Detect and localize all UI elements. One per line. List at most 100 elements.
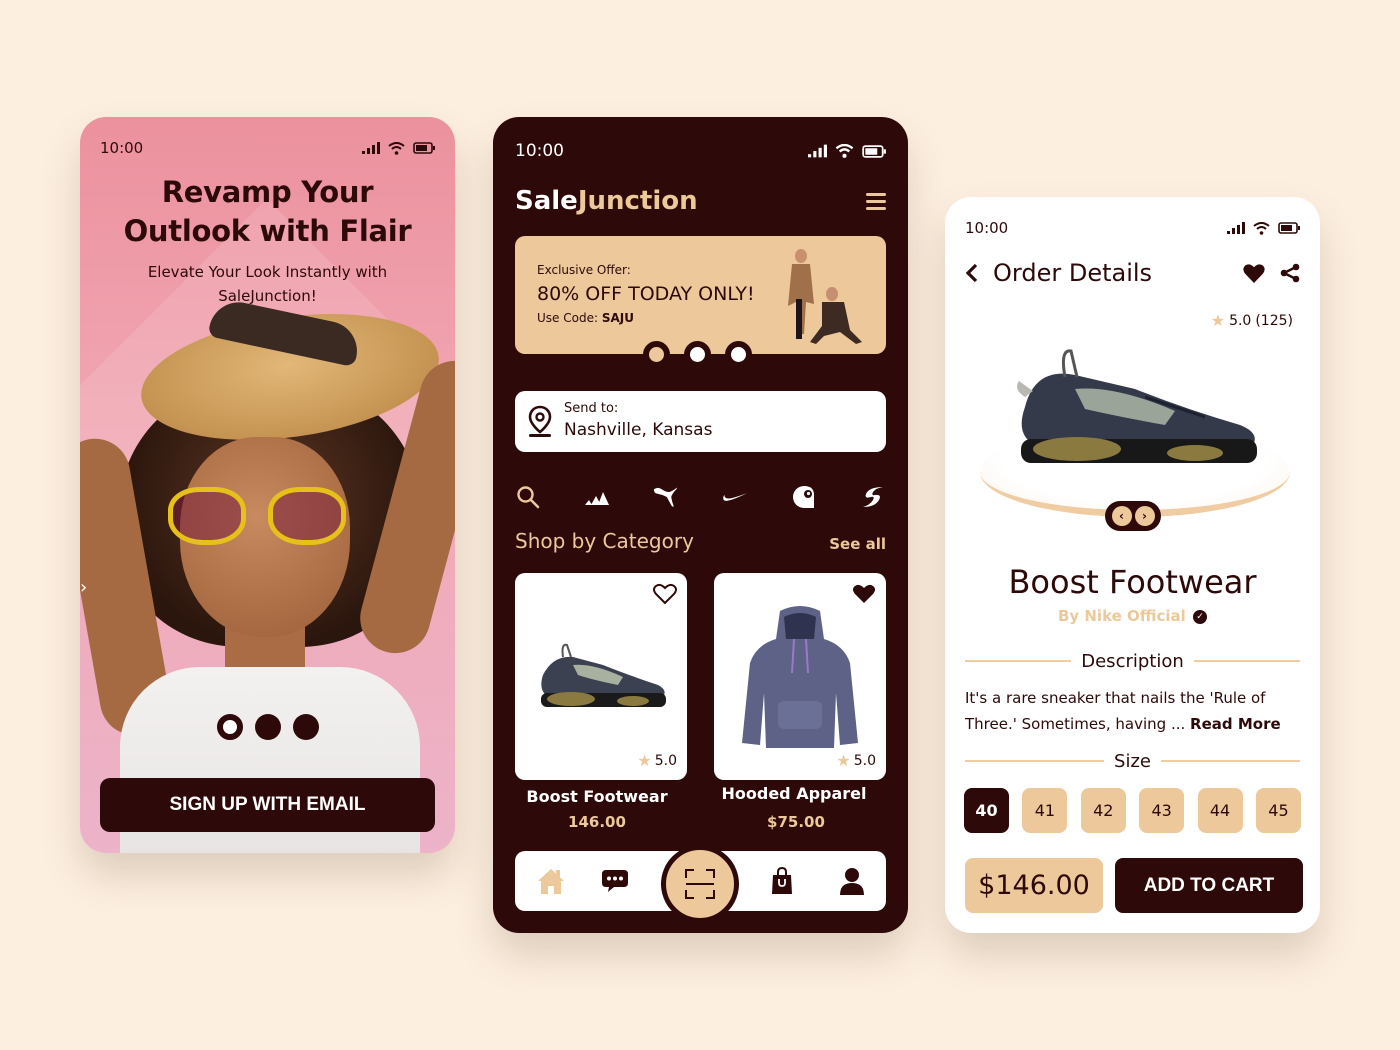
page-dot-3[interactable] xyxy=(292,714,319,740)
product-price: $75.00 xyxy=(767,813,825,831)
onboarding-pagination xyxy=(80,714,455,740)
signup-email-button[interactable]: SIGN UP WITH EMAIL xyxy=(100,778,435,832)
status-bar: 10:00 xyxy=(515,141,886,161)
product-card[interactable]: ★ 5.0 xyxy=(714,573,886,780)
shop-by-category-heading: Shop by Category xyxy=(515,529,694,553)
add-to-cart-button[interactable]: ADD TO CART xyxy=(1115,858,1303,913)
product-rating: ★ 5.0 xyxy=(637,751,677,770)
page-title: Order Details xyxy=(993,259,1153,287)
product-description: It's a rare sneaker that nails the 'Rule… xyxy=(965,689,1281,733)
brand-s-logo-icon[interactable] xyxy=(860,484,886,510)
share-icon[interactable] xyxy=(1280,263,1300,283)
product-price: 146.00 xyxy=(568,813,626,831)
home-icon[interactable] xyxy=(536,866,566,896)
profile-icon[interactable] xyxy=(837,866,867,896)
wifi-icon xyxy=(1253,221,1270,235)
battery-icon xyxy=(413,142,435,154)
status-time: 10:00 xyxy=(965,219,1009,237)
promo-dot-3[interactable] xyxy=(725,341,752,368)
scan-button[interactable] xyxy=(661,845,739,923)
promo-pagination xyxy=(643,341,752,368)
back-chevron-icon[interactable] xyxy=(965,263,979,283)
wifi-icon xyxy=(388,141,405,155)
battery-icon xyxy=(862,144,886,158)
product-rating: ★ 5.0 (125) xyxy=(1210,311,1293,330)
promo-headline: 80% OFF TODAY ONLY! xyxy=(537,283,755,305)
page-dot-1[interactable] xyxy=(216,714,243,740)
image-carousel-control: ‹ › xyxy=(1105,501,1161,531)
scan-icon xyxy=(685,869,715,899)
previous-image-button[interactable]: ‹ xyxy=(1111,506,1132,526)
side-arrow[interactable]: › xyxy=(80,577,87,598)
promo-code: Use Code: SAJU xyxy=(537,311,634,325)
send-to-label: Send to: xyxy=(564,401,619,416)
size-option[interactable]: 40 xyxy=(964,788,1009,833)
order-details-screen: 10:00 Order Details ★ 5.0 (125) ‹ › Boos xyxy=(945,197,1320,933)
product-name[interactable]: Hooded Apparel xyxy=(708,784,880,803)
chat-icon[interactable] xyxy=(600,866,630,896)
battery-icon xyxy=(1278,222,1300,234)
send-to-value: Nashville, Kansas xyxy=(564,420,713,440)
location-pin-icon xyxy=(528,405,552,437)
star-icon: ★ xyxy=(637,751,652,770)
hoodie-image xyxy=(742,606,858,748)
wifi-icon xyxy=(835,144,854,158)
description-divider: Description xyxy=(965,650,1301,672)
read-more-link[interactable]: Read More xyxy=(1190,715,1281,733)
nike-logo-icon[interactable] xyxy=(722,484,748,510)
status-bar: 10:00 xyxy=(100,139,435,157)
size-option[interactable]: 45 xyxy=(1255,788,1301,833)
signal-icon xyxy=(362,142,380,154)
price-display: $146.00 xyxy=(965,858,1103,913)
heart-filled-icon[interactable] xyxy=(1242,263,1266,284)
shopping-bag-icon[interactable] xyxy=(767,866,797,896)
size-heading: Size xyxy=(1114,750,1151,772)
status-time: 10:00 xyxy=(100,139,144,157)
status-bar: 10:00 xyxy=(965,219,1300,237)
size-option[interactable]: 42 xyxy=(1080,788,1126,833)
puma-logo-icon[interactable] xyxy=(653,484,679,510)
search-icon[interactable] xyxy=(515,484,541,510)
model-photo xyxy=(80,296,455,853)
onboarding-screen: 10:00 Revamp Your Outlook with Flair Elev… xyxy=(80,117,455,853)
star-icon: ★ xyxy=(836,751,851,770)
size-selector: 40 41 42 43 44 45 xyxy=(964,788,1301,833)
promo-banner[interactable]: Exclusive Offer: 80% OFF TODAY ONLY! Use… xyxy=(515,236,886,354)
size-option[interactable]: 44 xyxy=(1197,788,1243,833)
adidas-logo-icon[interactable] xyxy=(584,484,610,510)
sneaker-image xyxy=(1017,349,1257,463)
heart-outline-icon[interactable] xyxy=(653,583,677,605)
app-logo: SaleJunction xyxy=(515,186,698,216)
size-option[interactable]: 43 xyxy=(1139,788,1185,833)
next-image-button[interactable]: › xyxy=(1134,506,1155,526)
promo-models-image xyxy=(788,249,862,344)
product-rating: ★ 5.0 xyxy=(836,751,876,770)
promo-dot-1[interactable] xyxy=(643,341,670,368)
heart-filled-icon[interactable] xyxy=(852,583,876,605)
page-dot-2[interactable] xyxy=(254,714,281,740)
description-heading: Description xyxy=(1081,650,1184,672)
hamburger-menu-icon[interactable] xyxy=(866,193,886,210)
seller-name[interactable]: By Nike Official ✓ xyxy=(945,607,1320,625)
signal-icon xyxy=(808,144,827,158)
star-icon: ★ xyxy=(1210,311,1226,330)
send-to-location[interactable]: Send to: Nashville, Kansas xyxy=(515,391,886,452)
see-all-link[interactable]: See all xyxy=(829,535,886,553)
size-option[interactable]: 41 xyxy=(1022,788,1068,833)
brand-filter-row xyxy=(515,479,886,515)
onboarding-title: Revamp Your Outlook with Flair xyxy=(123,175,412,248)
carhartt-logo-icon[interactable] xyxy=(791,484,817,510)
product-name[interactable]: Boost Footwear xyxy=(511,787,683,806)
status-time: 10:00 xyxy=(515,141,564,161)
product-card[interactable]: ★ 5.0 xyxy=(515,573,687,780)
product-title: Boost Footwear xyxy=(1008,563,1257,601)
home-screen: 10:00 SaleJunction Exclusive Offer: 80% … xyxy=(493,117,908,933)
onboarding-subtitle: Elevate Your Look Instantly with SaleJunc… xyxy=(147,263,388,305)
size-divider: Size xyxy=(965,750,1301,772)
sneaker-image xyxy=(541,643,666,707)
order-details-header: Order Details xyxy=(965,257,1300,289)
promo-label: Exclusive Offer: xyxy=(537,263,631,277)
promo-dot-2[interactable] xyxy=(684,341,711,368)
signal-icon xyxy=(1227,222,1245,234)
verified-check-icon: ✓ xyxy=(1193,609,1208,624)
